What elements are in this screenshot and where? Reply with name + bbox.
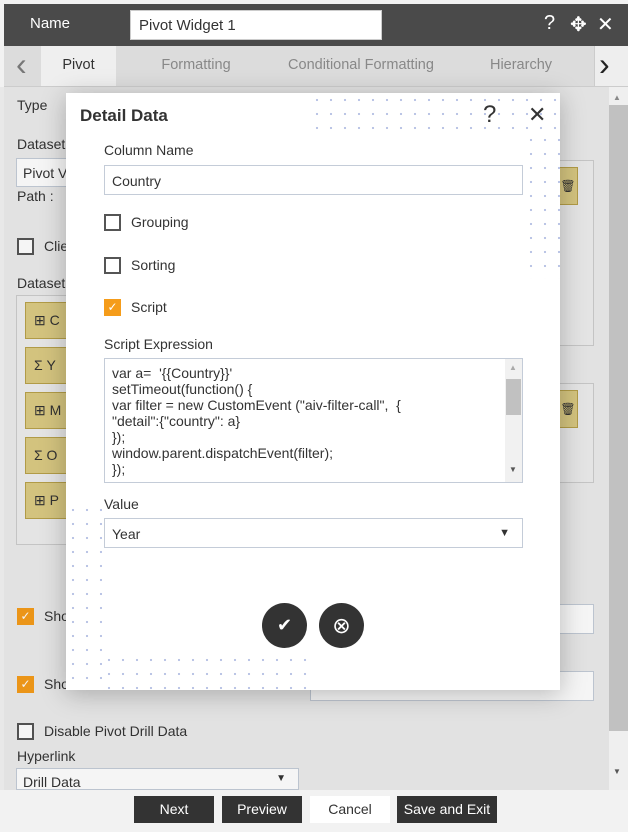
- tab-conditional-formatting[interactable]: Conditional Formatting: [276, 46, 446, 86]
- chevron-left-icon[interactable]: ‹: [16, 46, 27, 82]
- help-icon[interactable]: ?: [544, 12, 555, 35]
- script-checkbox[interactable]: ✓: [104, 299, 121, 316]
- chevron-right-icon[interactable]: ›: [594, 46, 628, 86]
- grouping-label: Grouping: [131, 214, 189, 230]
- cancel-button[interactable]: Cancel: [310, 796, 390, 823]
- value-selected: Year: [112, 526, 141, 542]
- scroll-up-icon[interactable]: ▲: [613, 93, 621, 102]
- textarea-scrollbar[interactable]: ▲ ▼: [505, 359, 522, 482]
- scrollbar[interactable]: ▲ ▼: [609, 87, 628, 790]
- dropdown-arrow-icon: ▼: [499, 527, 510, 539]
- scrollbar-thumb[interactable]: [609, 105, 628, 731]
- widget-name-input[interactable]: Pivot Widget 1: [130, 10, 382, 40]
- tab-formatting[interactable]: Formatting: [116, 46, 276, 86]
- scroll-down-icon[interactable]: ▼: [613, 767, 621, 776]
- sorting-label: Sorting: [131, 257, 176, 273]
- tab-hierarchy[interactable]: Hierarchy: [456, 46, 586, 86]
- dot-pattern: [310, 93, 560, 133]
- move-icon[interactable]: ✥: [570, 12, 587, 37]
- grouping-checkbox[interactable]: [104, 214, 121, 231]
- help-icon[interactable]: ?: [483, 101, 496, 129]
- tab-pivot[interactable]: Pivot: [41, 46, 116, 86]
- column-name-label: Column Name: [104, 142, 194, 158]
- script-expression-textarea[interactable]: var a= '{{Country}}' setTimeout(function…: [104, 358, 523, 483]
- preview-button[interactable]: Preview: [222, 796, 302, 823]
- dot-pattern: [102, 653, 310, 690]
- value-select[interactable]: Year ▼: [104, 518, 523, 548]
- scroll-up-icon[interactable]: ▲: [509, 363, 517, 372]
- close-icon[interactable]: ✕: [597, 12, 614, 37]
- close-icon[interactable]: ✕: [528, 102, 546, 128]
- sorting-checkbox[interactable]: [104, 257, 121, 274]
- dot-pattern: [524, 133, 560, 279]
- check-icon: ✔: [276, 615, 293, 635]
- dot-pattern: [66, 503, 102, 690]
- modal-title: Detail Data: [80, 106, 168, 125]
- name-label: Name: [30, 15, 71, 32]
- widget-header: Name Pivot Widget 1 ? ✥ ✕: [4, 4, 628, 46]
- scrollbar-thumb[interactable]: [506, 379, 521, 415]
- script-text: var a= '{{Country}}' setTimeout(function…: [112, 365, 401, 477]
- script-label: Script: [131, 299, 167, 315]
- confirm-button[interactable]: ✔: [262, 603, 307, 648]
- cancel-modal-button[interactable]: ⊗: [319, 603, 364, 648]
- save-and-exit-button[interactable]: Save and Exit: [397, 796, 497, 823]
- script-expression-label: Script Expression: [104, 336, 213, 352]
- value-label: Value: [104, 496, 139, 512]
- column-name-input[interactable]: Country: [104, 165, 523, 195]
- tab-bar: ‹ Pivot Formatting Conditional Formattin…: [4, 46, 628, 87]
- scroll-down-icon[interactable]: ▼: [509, 465, 517, 474]
- next-button[interactable]: Next: [134, 796, 214, 823]
- close-circle-icon: ⊗: [332, 613, 351, 638]
- detail-data-modal: Detail Data ? ✕ Column Name Country Grou…: [66, 93, 560, 690]
